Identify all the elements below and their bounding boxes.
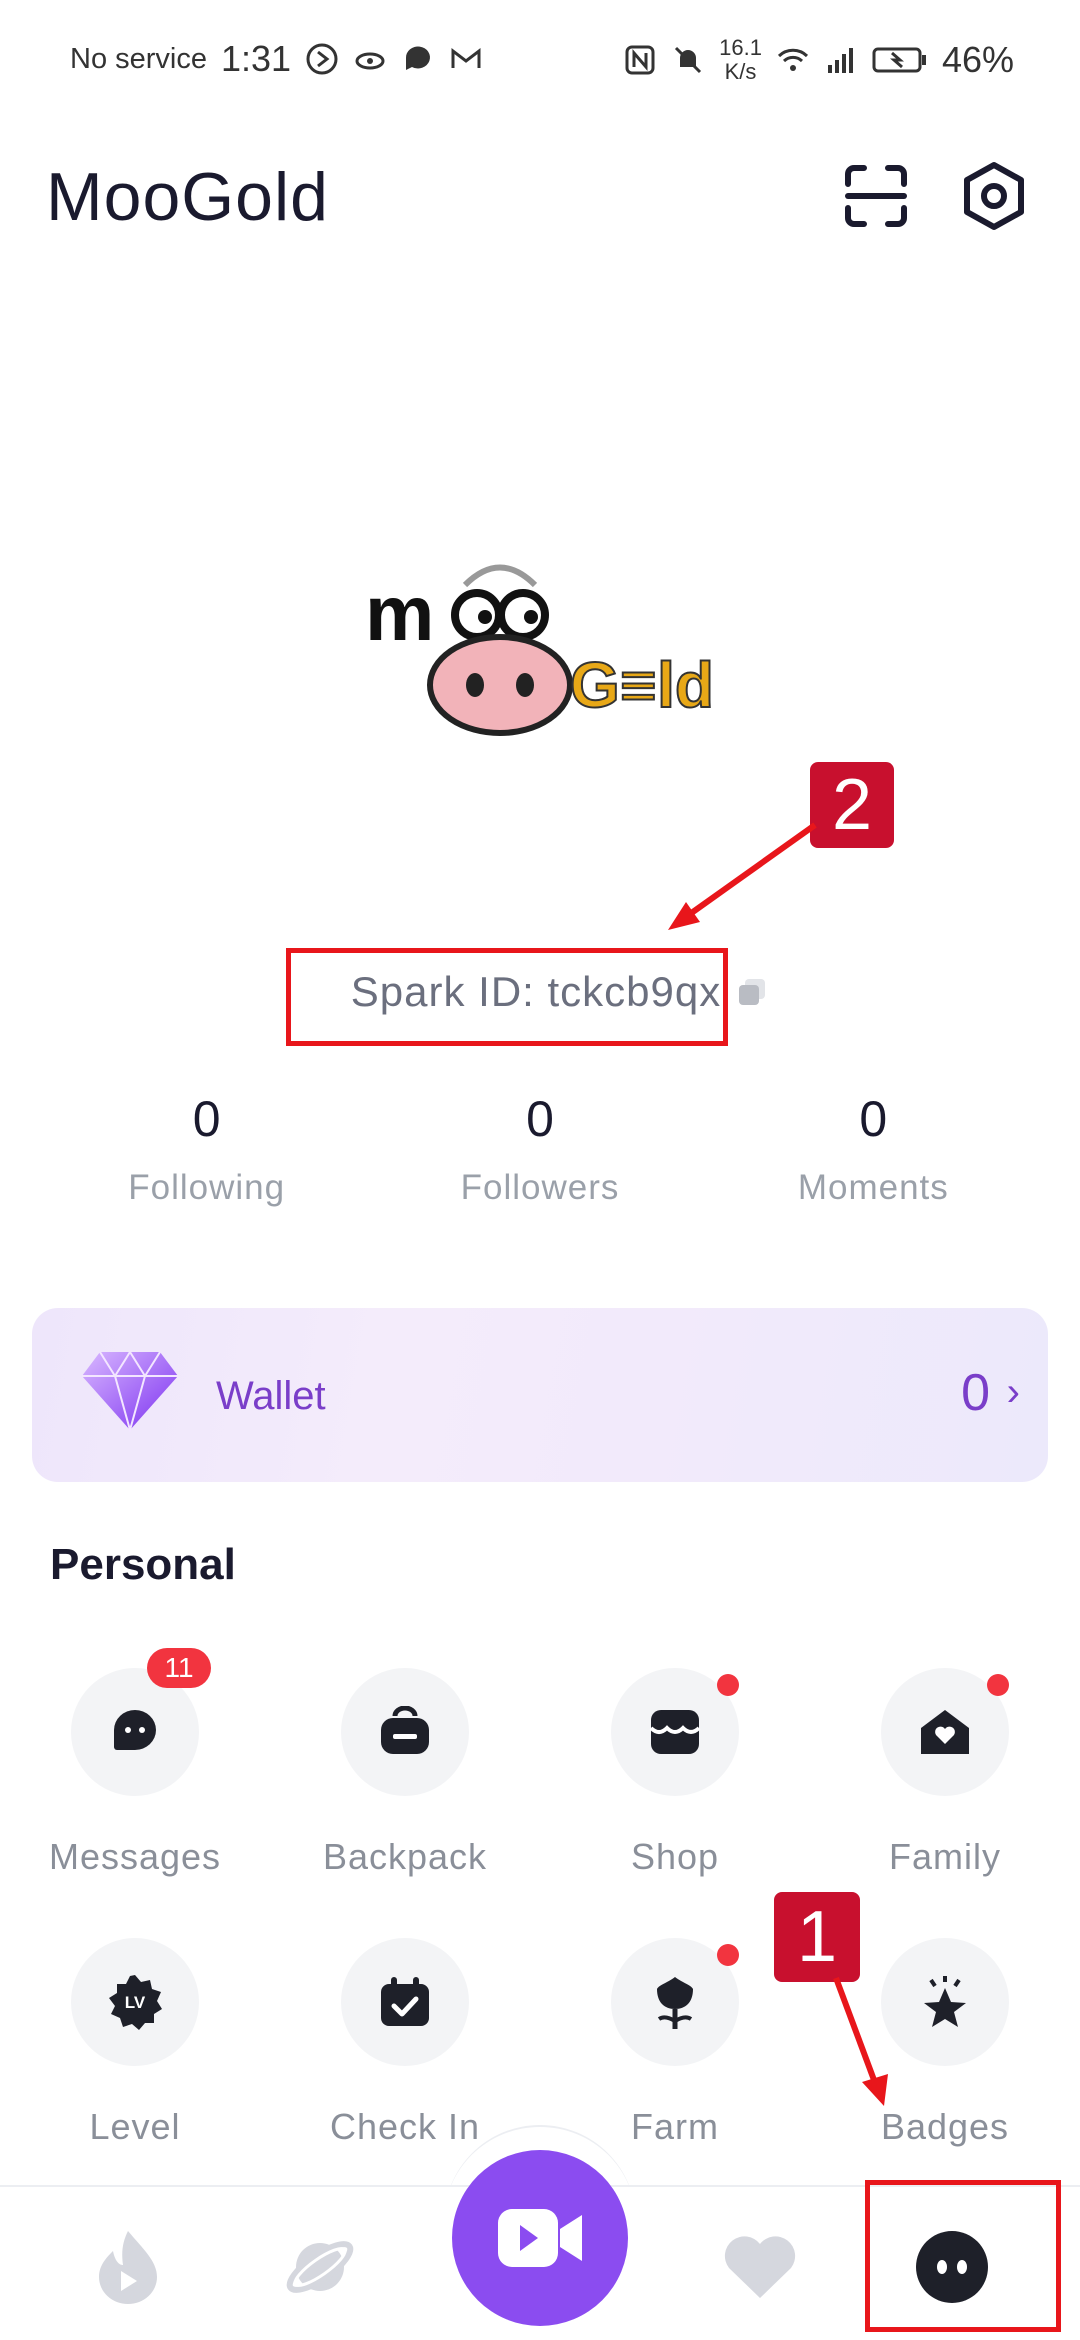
annotation-arrows [668, 822, 888, 2106]
